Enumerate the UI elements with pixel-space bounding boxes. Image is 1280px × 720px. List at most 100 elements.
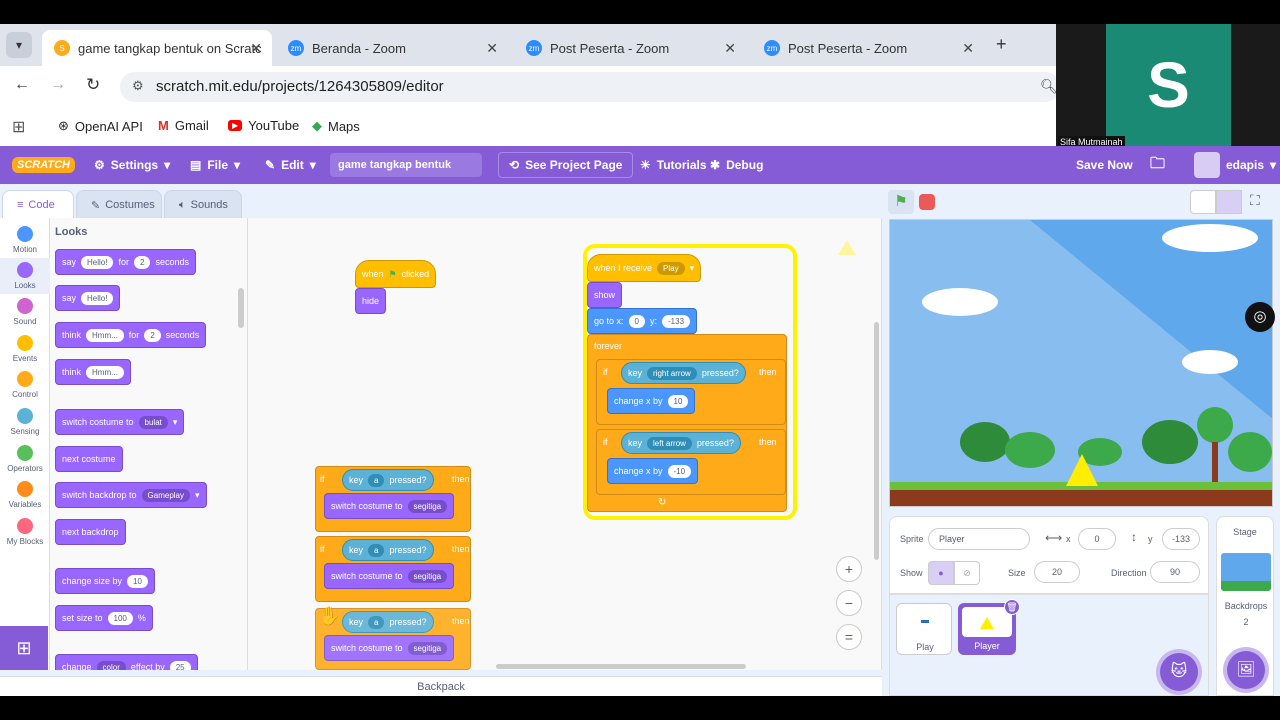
small-stage-button[interactable] [1190,190,1216,214]
set-size-block[interactable]: set size to 100% [55,605,153,631]
hide-eye-icon[interactable]: ⊘ [954,561,980,585]
change-x-block[interactable]: change x by -10 [607,458,699,484]
url-bar[interactable]: scratch.mit.edu/projects/1264305809/edit… [120,72,1060,102]
large-stage-button[interactable] [1216,190,1242,214]
tab-costumes[interactable]: ✎ Costumes [76,190,162,220]
scratch-logo[interactable]: SCRATCH [12,146,75,184]
key-pressed-sensing[interactable]: key right arrow pressed? [621,362,746,384]
tab-list-button[interactable]: ▾ [6,32,32,58]
switch-costume-block[interactable]: switch costume to bulat ▾ [55,409,185,435]
show-visible-icon[interactable]: ● [928,561,954,585]
tab-code[interactable]: ≡ Code [2,190,74,220]
user-menu[interactable]: edapis ▾ [1194,146,1276,184]
category-motion[interactable]: Motion [0,226,50,254]
sprite-tile-play[interactable]: Play [896,603,952,655]
think-for-block[interactable]: think Hmm... for 2 seconds [55,322,207,348]
key-pressed-sensing[interactable]: key a pressed? [342,539,434,561]
delete-sprite-icon[interactable]: 🗑︎ [1004,599,1020,615]
forward-icon[interactable]: → [50,76,66,94]
bookmark-gmail[interactable]: M Gmail [158,118,209,133]
when-i-receive-block[interactable]: when I receive Play ▾ [587,254,702,282]
folder-icon[interactable]: 🗀 [1150,146,1165,184]
go-to-xy-block[interactable]: go to x: 0 y: -133 [587,308,698,334]
next-costume-block[interactable]: next costume [55,446,123,472]
show-block[interactable]: show [587,282,623,308]
back-icon[interactable]: ← [14,76,30,94]
bookmark-youtube[interactable]: ▶ YouTube [228,118,299,133]
palette-scrollbar[interactable] [238,288,244,328]
direction-input[interactable]: 90 [1150,561,1200,583]
zoom-reset-button[interactable]: = [836,624,862,650]
hide-block[interactable]: hide [355,288,387,314]
apps-icon[interactable]: ⊞ [12,117,25,137]
see-project-page-button[interactable]: ⟲ See Project Page [498,152,634,178]
zoom-out-button[interactable]: − [836,590,862,616]
next-backdrop-block[interactable]: next backdrop [55,519,126,545]
close-icon[interactable]: ✕ [962,40,974,57]
say-for-block[interactable]: say Hello! for 2 seconds [55,249,196,275]
category-sensing[interactable]: Sensing [0,408,50,436]
change-effect-block[interactable]: change color effect by 25 [55,654,198,670]
category-looks[interactable]: Looks [0,258,50,294]
tab-scratch[interactable]: S game tangkap bentuk on Scratc ✕ [42,30,272,66]
category-sound[interactable]: Sound [0,298,50,326]
fullscreen-icon[interactable]: ⛶ [1250,192,1260,209]
switch-costume-block[interactable]: switch costume to segitiga [324,563,455,589]
debug-button[interactable]: ✱ Debug [710,146,763,184]
think-block[interactable]: think Hmm... [55,359,131,385]
size-input[interactable]: 20 [1034,561,1080,583]
sprite-name-input[interactable]: Player [928,528,1030,550]
sprite-tile-player[interactable]: Player 🗑︎ [958,599,1020,655]
bookmark-maps[interactable]: ◆ Maps [312,118,360,134]
when-flag-clicked-block[interactable]: when ⚑ clicked [355,260,437,288]
category-operators[interactable]: Operators [0,445,50,473]
tab-zoom-2[interactable]: zm Post Peserta - Zoom ✕ [514,30,746,66]
vertical-scrollbar[interactable] [874,322,879,560]
horizontal-scrollbar[interactable] [496,664,746,669]
change-size-block[interactable]: change size by 10 [55,568,155,594]
x-input[interactable]: 0 [1078,528,1116,550]
switch-costume-block[interactable]: switch costume to segitiga [324,493,455,519]
say-block[interactable]: say Hello! [55,285,121,311]
edit-menu[interactable]: ✎ Edit ▾ [265,146,316,184]
site-info-icon[interactable]: ⚙ [132,78,144,94]
save-now-button[interactable]: Save Now [1076,146,1133,184]
tab-sounds[interactable]: 🔈︎ Sounds [164,190,242,220]
zoom-in-button[interactable]: + [836,556,862,582]
green-flag-icon[interactable]: ⚑ [888,190,914,214]
tab-zoom-3[interactable]: zm Post Peserta - Zoom ✕ [752,30,984,66]
if-a-block-2[interactable]: if key a pressed? then switch costume to se… [315,536,471,602]
tab-zoom-1[interactable]: zm Beranda - Zoom ✕ [276,30,508,66]
new-tab-icon[interactable]: + [996,34,1007,55]
backpack[interactable]: Backpack [0,676,882,696]
choose-sprite-button[interactable]: 🐱︎ [1160,653,1198,691]
category-my-blocks[interactable]: My Blocks [0,518,50,546]
key-pressed-sensing[interactable]: key left arrow pressed? [621,432,741,454]
stage-canvas[interactable] [889,219,1273,507]
switch-costume-block[interactable]: switch costume to segitiga [324,635,455,661]
if-right-arrow-block[interactable]: if key right arrow pressed? then change x … [596,359,786,425]
tutorials-button[interactable]: ☀ Tutorials [640,146,707,184]
stage-thumbnail[interactable] [1221,553,1271,591]
add-extension-button[interactable]: ⊞ [0,626,48,670]
category-events[interactable]: Events [0,335,50,363]
settings-menu[interactable]: ⚙ Settings ▾ [94,146,170,184]
y-input[interactable]: -133 [1162,528,1200,550]
key-pressed-sensing[interactable]: key a pressed? [342,611,434,633]
extension-float-icon[interactable]: ◎ [1245,302,1275,332]
key-pressed-sensing[interactable]: key a pressed? [342,469,434,491]
switch-backdrop-block[interactable]: switch backdrop to Gameplay ▾ [55,482,207,508]
category-control[interactable]: Control [0,371,50,399]
bookmark-openai[interactable]: ⊛ OpenAI API [58,118,143,134]
stop-icon[interactable] [919,194,935,210]
close-icon[interactable]: ✕ [250,40,262,57]
choose-backdrop-button[interactable]: 🖼︎ [1227,651,1265,689]
project-title-input[interactable]: game tangkap bentuk [330,153,482,177]
if-left-arrow-block[interactable]: if key left arrow pressed? then change x b… [596,429,786,495]
if-a-block-1[interactable]: if key a pressed? then switch costume to se… [315,466,471,532]
close-icon[interactable]: ✕ [724,40,736,57]
reload-icon[interactable]: ↻ [86,75,100,95]
forever-block[interactable]: forever if key right arrow pressed? then c… [587,334,787,512]
category-variables[interactable]: Variables [0,481,50,509]
close-icon[interactable]: ✕ [486,40,498,57]
